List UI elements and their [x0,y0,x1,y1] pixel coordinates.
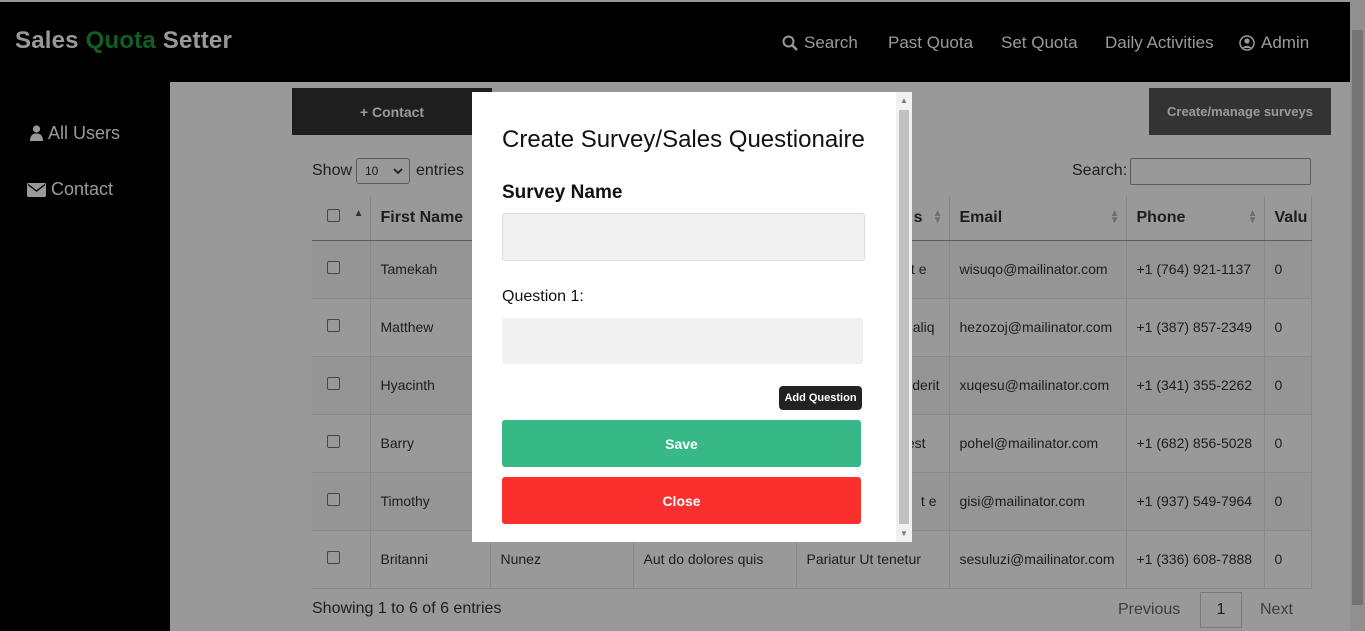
modal-title: Create Survey/Sales Questionaire [502,126,865,153]
question-1-input[interactable] [502,318,863,364]
modal-scrollbar-thumb[interactable] [899,110,909,524]
create-survey-modal: Create Survey/Sales Questionaire Survey … [472,92,912,542]
close-button[interactable]: Close [502,477,861,524]
scroll-up-icon[interactable]: ▲ [900,96,908,105]
scroll-down-icon[interactable]: ▼ [900,529,908,538]
survey-name-input[interactable] [502,213,865,261]
save-button[interactable]: Save [502,420,861,467]
add-question-button[interactable]: Add Question [779,386,862,410]
modal-scrollbar[interactable]: ▲ ▼ [896,92,912,542]
survey-name-label: Survey Name [502,182,623,203]
question-1-label: Question 1: [502,288,584,305]
